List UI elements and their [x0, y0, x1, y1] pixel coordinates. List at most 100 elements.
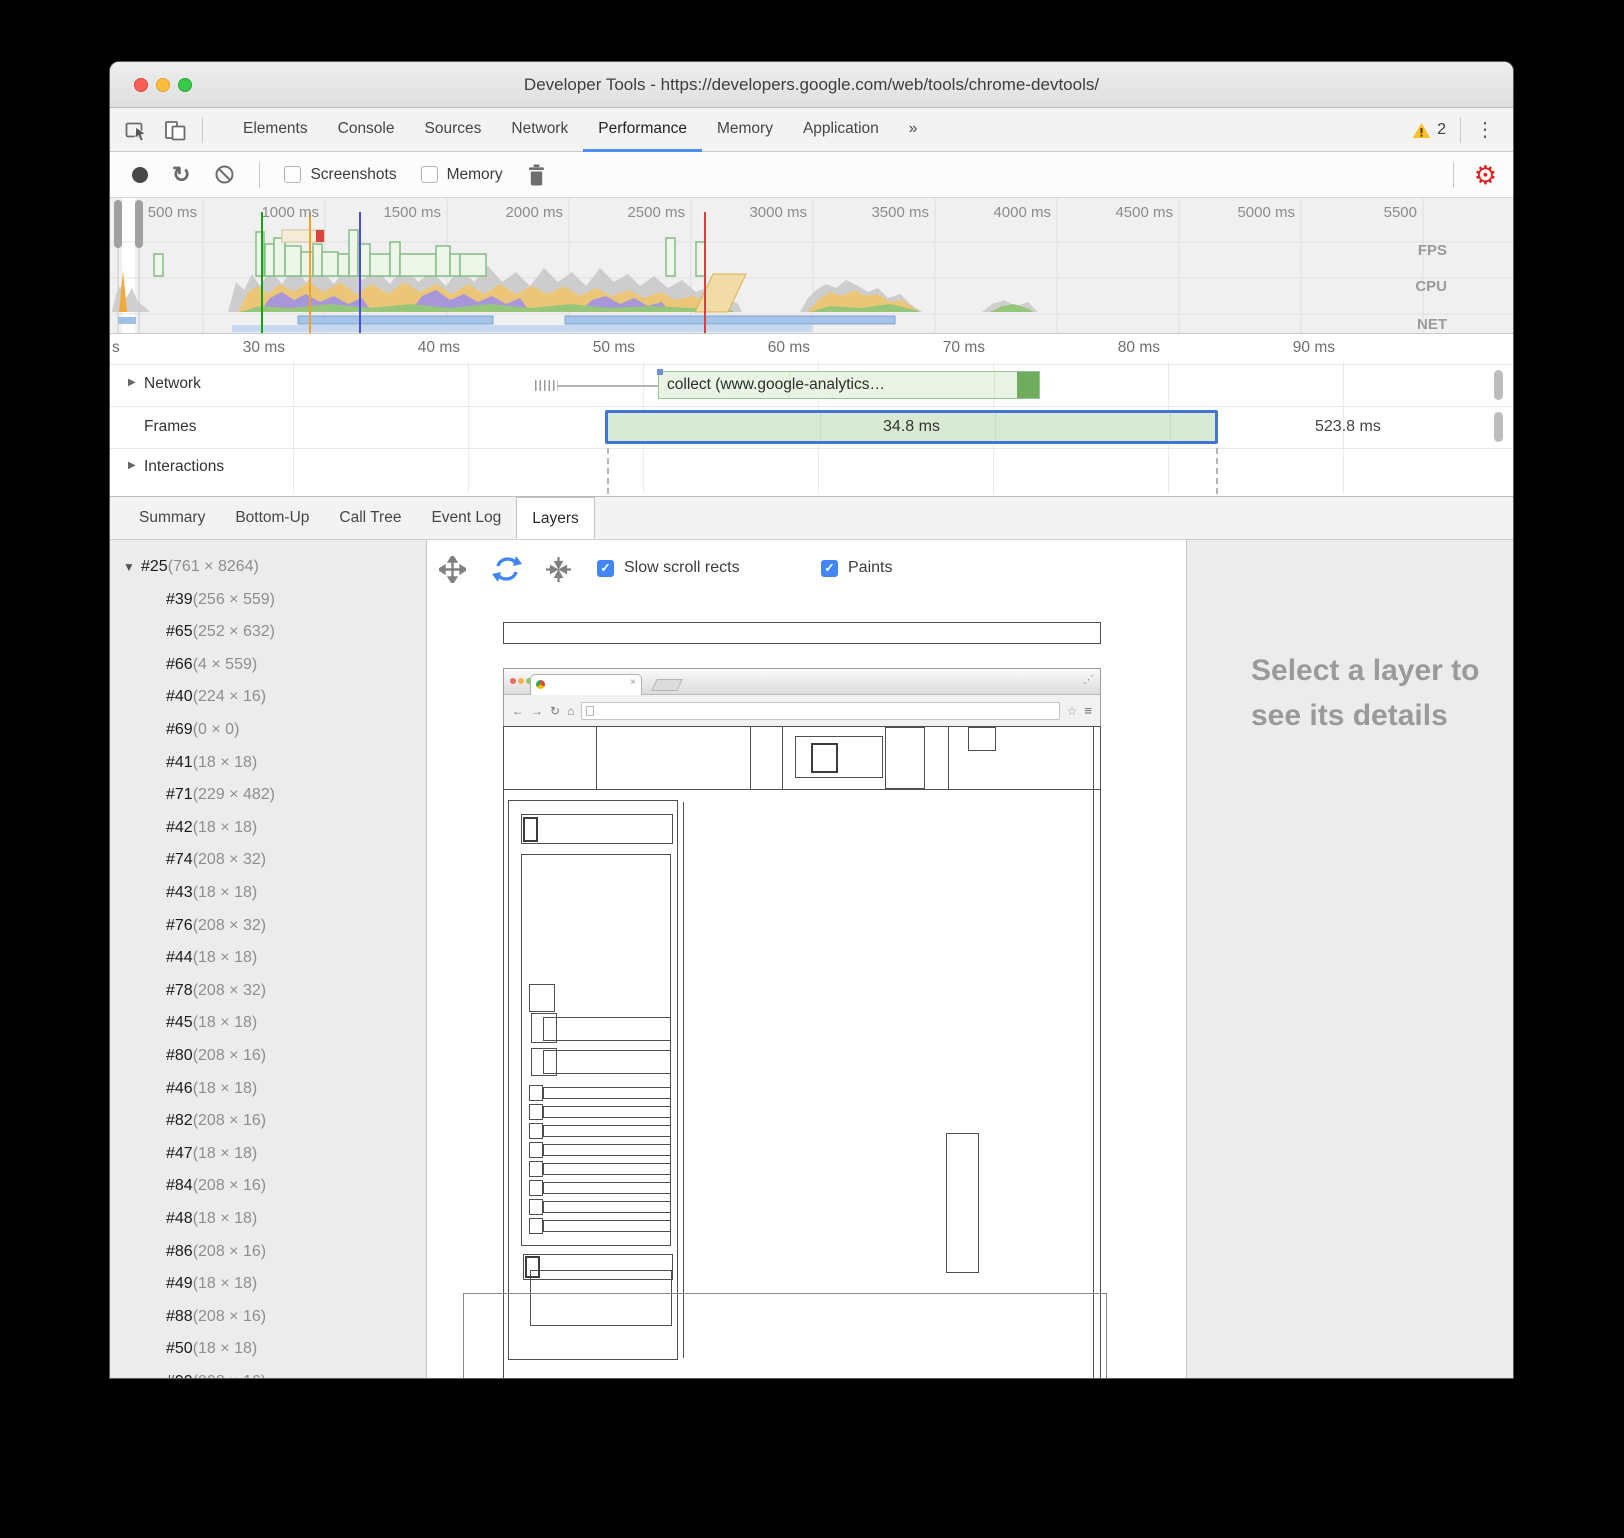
expander-icon[interactable]: ▼: [123, 560, 135, 574]
network-track-label: Network: [144, 375, 201, 393]
tab-more[interactable]: »: [894, 108, 933, 152]
inspect-element-icon[interactable]: [124, 118, 149, 143]
tab-console[interactable]: Console: [323, 108, 410, 152]
layer-tree-item[interactable]: #47(18 × 18): [110, 1145, 426, 1175]
toolbar-separator: [259, 162, 260, 188]
layer-size: (208 × 32): [193, 982, 266, 999]
layer-id: #82(208 × 16): [166, 1112, 266, 1130]
layer-size: (208 × 16): [193, 1373, 266, 1378]
layer-tree-item[interactable]: #69(0 × 0): [110, 721, 426, 751]
layer-tree-item[interactable]: #50(18 × 18): [110, 1340, 426, 1370]
layer-size: (208 × 32): [193, 851, 266, 868]
tab-sources[interactable]: Sources: [410, 108, 497, 152]
layer-tree-item[interactable]: #46(18 × 18): [110, 1080, 426, 1110]
timeline-overview[interactable]: 500 ms1000 ms1500 ms2000 ms2500 ms3000 m…: [110, 198, 1513, 334]
reload-and-profile-icon[interactable]: ↻: [172, 164, 190, 186]
clear-recording-icon[interactable]: [214, 164, 235, 185]
tab-call-tree[interactable]: Call Tree: [324, 497, 416, 539]
tab-bottom-up[interactable]: Bottom-Up: [220, 497, 324, 539]
layer-size: (18 × 18): [193, 949, 257, 966]
layer-id: #66(4 × 559): [166, 656, 257, 674]
frames-track-scrollbar[interactable]: [1494, 412, 1503, 442]
layer-size: (18 × 18): [193, 1080, 257, 1097]
layer-tree-item[interactable]: #86(208 × 16): [110, 1243, 426, 1273]
memory-label: Memory: [447, 166, 503, 184]
screenshots-checkbox[interactable]: [284, 166, 301, 183]
devtools-left-icons: [124, 108, 203, 152]
layers-canvas-viewport[interactable]: Slow scroll rects Paints: [427, 540, 1186, 1378]
layer-tree-item[interactable]: #45(18 × 18): [110, 1014, 426, 1044]
timeline-tick-label: 30 ms: [191, 339, 285, 357]
tab-application[interactable]: Application: [788, 108, 894, 152]
layer-id: #44(18 × 18): [166, 949, 257, 967]
layer-tree-item[interactable]: #82(208 × 16): [110, 1112, 426, 1142]
layer-tree-item[interactable]: #43(18 × 18): [110, 884, 426, 914]
layer-tree-item[interactable]: #65(252 × 632): [110, 623, 426, 653]
network-track-scrollbar[interactable]: [1494, 370, 1503, 400]
layer-tree-item[interactable]: #84(208 × 16): [110, 1177, 426, 1207]
settings-gear-icon[interactable]: ⚙: [1474, 162, 1497, 188]
layers-panel: ▼#25(761 × 8264)#39(256 × 559) #65(252 × …: [110, 540, 1513, 1378]
device-toolbar-icon[interactable]: [163, 118, 188, 143]
layer-size: (0 × 0): [193, 721, 240, 738]
layer-tree-item[interactable]: #40(224 × 16): [110, 688, 426, 718]
expand-network-icon[interactable]: ▶: [128, 377, 136, 388]
screenshots-toggle[interactable]: Screenshots: [284, 166, 396, 184]
tab-event-log[interactable]: Event Log: [416, 497, 516, 539]
layer-size: (4 × 559): [193, 656, 257, 673]
layer-id: #74(208 × 32): [166, 851, 266, 869]
performance-toolbar: ↻ Screenshots Memory: [110, 152, 1513, 198]
layer-id: #65(252 × 632): [166, 623, 275, 641]
expand-interactions-icon[interactable]: ▶: [128, 460, 136, 471]
layer-tree-item[interactable]: #44(18 × 18): [110, 949, 426, 979]
record-button[interactable]: [132, 167, 148, 183]
kebab-menu-icon[interactable]: ⋮: [1475, 120, 1495, 140]
network-request-queue-ticks: [535, 380, 558, 391]
layer-size: (256 × 559): [193, 591, 275, 608]
interactions-track-row[interactable]: ▶ Interactions: [110, 448, 1513, 494]
layer-tree-item[interactable]: #74(208 × 32): [110, 851, 426, 881]
layer-tree-item[interactable]: #80(208 × 16): [110, 1047, 426, 1077]
layer-tree-item[interactable]: #48(18 × 18): [110, 1210, 426, 1240]
network-request-bar[interactable]: collect (www.google-analytics…: [658, 371, 1040, 399]
layer-id: #40(224 × 16): [166, 688, 266, 706]
tab-summary[interactable]: Summary: [124, 497, 220, 539]
tab-elements[interactable]: Elements: [228, 108, 323, 152]
toolbar-separator: [202, 117, 203, 143]
trash-icon[interactable]: [527, 164, 546, 186]
overview-lane-labels: FPSCPUNET: [110, 198, 1513, 333]
tab-network[interactable]: Network: [496, 108, 583, 152]
frames-track-label: Frames: [144, 418, 197, 436]
layer-tree-item[interactable]: #71(229 × 482): [110, 786, 426, 816]
devtools-window: Developer Tools - https://developers.goo…: [110, 62, 1513, 1378]
layer-tree-item[interactable]: #78(208 × 32): [110, 982, 426, 1012]
bottom-tab-strip: SummaryBottom-UpCall TreeEvent LogLayers: [110, 496, 1513, 540]
timeline-tick-label: 70 ms: [891, 339, 985, 357]
tab-memory[interactable]: Memory: [702, 108, 788, 152]
layer-tree-item[interactable]: #90(208 × 16): [110, 1373, 426, 1378]
layer-tree-item[interactable]: #39(256 × 559): [110, 591, 426, 621]
memory-checkbox[interactable]: [421, 166, 438, 183]
memory-toggle[interactable]: Memory: [421, 166, 503, 184]
timeline-tracks[interactable]: s30 ms40 ms50 ms60 ms70 ms80 ms90 ms ▶ N…: [110, 334, 1513, 496]
warning-count: 2: [1437, 121, 1446, 139]
layer-tree-item[interactable]: #49(18 × 18): [110, 1275, 426, 1305]
layer-tree-item[interactable]: #66(4 × 559): [110, 656, 426, 686]
layer-size: (18 × 18): [193, 754, 257, 771]
layer-tree-item[interactable]: #41(18 × 18): [110, 754, 426, 784]
timeline-tick-label: 90 ms: [1241, 339, 1335, 357]
layer-tree[interactable]: ▼#25(761 × 8264)#39(256 × 559) #65(252 × …: [110, 540, 427, 1378]
console-warning-badge[interactable]: 2: [1412, 121, 1446, 139]
screenshots-label: Screenshots: [310, 166, 396, 184]
wireframe-scrollbar-rect: [946, 1133, 979, 1273]
tab-layers[interactable]: Layers: [516, 497, 595, 539]
layer-tree-item[interactable]: #88(208 × 16): [110, 1308, 426, 1338]
layer-id: #46(18 × 18): [166, 1080, 257, 1098]
tab-performance[interactable]: Performance: [583, 108, 702, 152]
layer-tree-item[interactable]: #42(18 × 18): [110, 819, 426, 849]
selected-frame-bar[interactable]: 34.8 ms: [605, 410, 1218, 444]
layer-tree-item[interactable]: #76(208 × 32): [110, 917, 426, 947]
layer-tree-item[interactable]: ▼#25(761 × 8264): [110, 558, 426, 588]
layer-id: #69(0 × 0): [166, 721, 239, 739]
network-request-label: collect (www.google-analytics…: [667, 372, 1013, 398]
